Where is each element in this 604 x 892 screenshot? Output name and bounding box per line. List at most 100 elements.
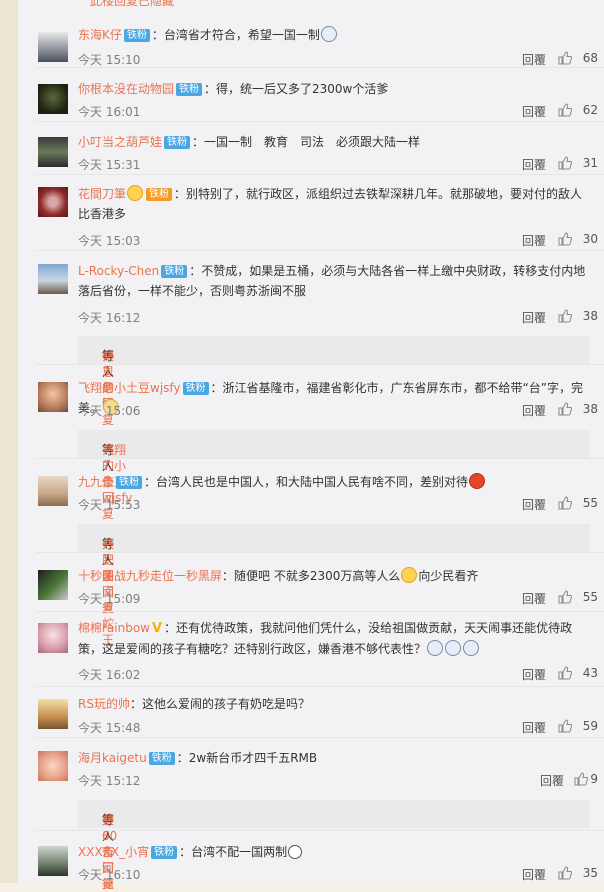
avatar[interactable] xyxy=(38,187,68,217)
comment-author[interactable]: 海月kaigetu xyxy=(78,751,147,765)
comment-author[interactable]: 你根本没在动物园 xyxy=(78,82,174,96)
comment-author[interactable]: 花間刀筆 xyxy=(78,187,126,201)
thumbs-up-icon xyxy=(574,772,588,786)
comment-author[interactable]: 九九倷 xyxy=(78,475,114,489)
fan-badge[interactable]: 铁粉 xyxy=(161,265,188,278)
like-count: 55 xyxy=(582,496,598,510)
angry-emoji-icon xyxy=(469,473,486,489)
avatar[interactable] xyxy=(38,570,68,600)
vip-crown-icon xyxy=(127,185,144,201)
comment-time: 今天 15:31 xyxy=(78,158,141,172)
comment-time: 今天 15:48 xyxy=(78,721,141,735)
comment-text: ：台湾不配一国两制 xyxy=(179,845,288,859)
comment-time: 今天 16:01 xyxy=(78,105,141,119)
face-emoji-icon xyxy=(288,845,303,859)
like-count: 38 xyxy=(582,309,598,323)
comment-item: 花間刀筆 铁粉 ：别特别了，就行政区，派组织过去铁犁深耕几年。就那破地，要对付的敌人… xyxy=(18,181,604,251)
like-count: 62 xyxy=(582,103,598,117)
fan-badge[interactable]: 铁粉 xyxy=(146,188,173,201)
comment-author[interactable]: L-Rocky-Chen xyxy=(78,264,159,278)
thumbs-up-icon xyxy=(558,402,572,416)
smirk-emoji-icon xyxy=(401,567,418,583)
comment-text: ：台湾省才符合，希望一国一制 xyxy=(151,28,320,42)
comment-item: 飞翔的小土豆wjsfy 铁粉 ：浙江省基隆市，福建省彰化市，广东省屏东市，都不给带“… xyxy=(18,374,604,422)
comment-author[interactable]: XXXXX_小宵 xyxy=(78,845,149,859)
sub-replies[interactable]: 飞翔的小土豆wjsfy 等人 共7条回复 xyxy=(78,430,590,521)
comment-text: ：得，统一后又多了2300w个活爹 xyxy=(204,82,389,96)
ghost-emoji-icon xyxy=(463,640,480,656)
reply-button[interactable]: 回覆 xyxy=(522,309,546,326)
sub-replies[interactable]: 大肥油卤煮蛇王 等人 共1条回复 xyxy=(78,524,590,647)
avatar[interactable] xyxy=(38,84,68,114)
ghost-emoji-icon xyxy=(445,640,462,656)
avatar[interactable] xyxy=(38,137,68,167)
reply-button[interactable]: 回覆 xyxy=(522,402,546,419)
reply-button[interactable]: 回覆 xyxy=(522,719,546,736)
comment-author[interactable]: 东海K仔 xyxy=(78,28,122,42)
like-count: 59 xyxy=(582,719,598,733)
comment-item: L-Rocky-Chen 铁粉 ：不赞成，如果是五桶，必须与大陆各省一样上缴中央财政… xyxy=(18,258,604,328)
like-count: 68 xyxy=(582,51,598,65)
reply-button[interactable]: 回覆 xyxy=(540,772,564,789)
fan-badge[interactable]: 铁粉 xyxy=(116,476,143,489)
reply-button[interactable]: 回覆 xyxy=(522,496,546,513)
fan-badge[interactable]: 铁粉 xyxy=(164,136,191,149)
comment-time: 今天 16:12 xyxy=(78,311,141,325)
like-count: 31 xyxy=(582,156,598,170)
reply-button[interactable]: 回覆 xyxy=(522,590,546,607)
thumbs-up-icon xyxy=(558,51,572,65)
comment-item: 你根本没在动物园 铁粉 ：得，统一后又多了2300w个活爹 今天 16:01 回覆 … xyxy=(18,76,604,122)
fan-badge[interactable]: 铁粉 xyxy=(123,29,150,42)
thumbs-up-icon xyxy=(558,496,572,510)
like-count: 38 xyxy=(582,402,598,416)
comment-time: 今天 15:53 xyxy=(78,498,141,512)
comment-author[interactable]: 十秒团战九秒走位一秒黑屏 xyxy=(78,569,222,583)
like-count: 35 xyxy=(582,866,598,880)
comment-text: ：随便吧 不就多2300万高等人么 xyxy=(222,569,401,583)
thumbs-up-icon xyxy=(558,232,572,246)
sub-replies[interactable]: 博恩尼特 等人 共3条回复 xyxy=(78,336,590,427)
comment-author[interactable]: RS玩的帅 xyxy=(78,697,130,711)
reply-button[interactable]: 回覆 xyxy=(522,232,546,249)
comment-item: 海月kaigetu 铁粉 ：2w新台币才四千五RMB 今天 15:12 回覆 9 xyxy=(18,743,604,791)
like-count: 30 xyxy=(582,232,598,246)
fan-badge[interactable]: 铁粉 xyxy=(176,83,203,96)
fan-badge[interactable]: 铁粉 xyxy=(182,382,209,395)
thumbs-up-icon xyxy=(558,156,572,170)
thumbs-up-icon xyxy=(558,103,572,117)
fan-badge[interactable]: 铁粉 xyxy=(148,752,175,765)
comment-time: 今天 15:03 xyxy=(78,234,141,248)
comment-author[interactable]: 棉棉rainbow xyxy=(78,621,150,635)
comment-text: ：一国一制 教育 司法 必须跟大陆一样 xyxy=(192,135,421,149)
comment-item: RS玩的帅：这他么爱闹的孩子有奶吃是吗？ 今天 15:48 回覆 59 xyxy=(18,691,604,738)
reply-button[interactable]: 回覆 xyxy=(522,51,546,68)
reply-button[interactable]: 回覆 xyxy=(522,156,546,173)
thumbs-up-icon xyxy=(558,719,572,733)
sub-replies[interactable]: 堂0吉诃德 等人 共60条回复 xyxy=(78,800,590,891)
avatar[interactable] xyxy=(38,699,68,729)
top-partial-row: 此楼回复已隐藏 xyxy=(18,0,604,10)
avatar[interactable] xyxy=(38,264,68,294)
comment-item: 九九倷 铁粉 ：台湾人民也是中国人，和大陆中国人民有啥不同，差别对待 今天 15:5… xyxy=(18,468,604,516)
comment-author[interactable]: 飞翔的小土豆wjsfy xyxy=(78,381,181,395)
comment-time: 今天 15:12 xyxy=(78,774,141,788)
reply-button[interactable]: 回覆 xyxy=(522,666,546,683)
avatar[interactable] xyxy=(38,751,68,781)
top-partial-text[interactable]: 此楼回复已隐藏 xyxy=(90,0,174,9)
fan-badge[interactable]: 铁粉 xyxy=(151,846,178,859)
avatar[interactable] xyxy=(38,476,68,506)
comment-text: ：2w新台币才四千五RMB xyxy=(176,751,318,765)
comment-item: XXXXX_小宵 铁粉 ：台湾不配一国两制 今天 16:10 回覆 35 xyxy=(18,838,604,883)
comment-time: 今天 16:02 xyxy=(78,668,141,682)
comment-author[interactable]: 小叮当之葫芦娃 xyxy=(78,135,162,149)
avatar[interactable] xyxy=(38,846,68,876)
avatar[interactable] xyxy=(38,623,68,653)
reply-button[interactable]: 回覆 xyxy=(522,866,546,883)
thumbs-up-icon xyxy=(558,866,572,880)
like-count: 9 xyxy=(590,772,598,786)
avatar[interactable] xyxy=(38,32,68,62)
avatar[interactable] xyxy=(38,382,68,412)
reply-button[interactable]: 回覆 xyxy=(522,103,546,120)
comment-text: 向少民看齐 xyxy=(418,569,479,583)
ghost-emoji-icon xyxy=(427,640,444,656)
